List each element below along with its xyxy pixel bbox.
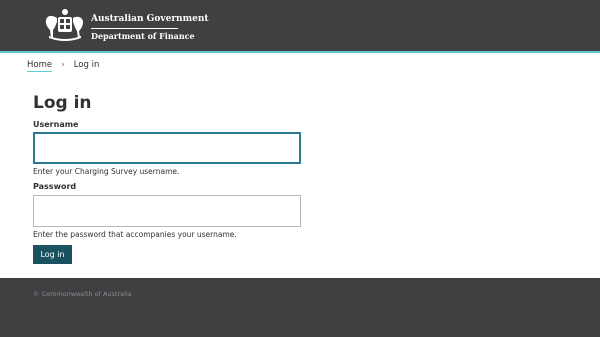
password-input[interactable] [33, 195, 301, 227]
site-header: Australian Government Department of Fina… [0, 0, 600, 51]
header-accent-rule [0, 51, 600, 53]
login-button[interactable]: Log in [33, 245, 72, 264]
breadcrumb-current: Log in [73, 60, 100, 70]
breadcrumb-separator-icon: › [61, 60, 65, 70]
username-help-text: Enter your Charging Survey username. [33, 167, 180, 176]
logo-divider [91, 28, 178, 29]
password-label: Password [33, 182, 77, 191]
department-name: Department of Finance [91, 31, 195, 41]
page-title: Log in [33, 93, 92, 113]
breadcrumb-home-link[interactable]: Home [27, 60, 53, 72]
username-input[interactable] [33, 132, 301, 164]
copyright-text: © Commonwealth of Australia [33, 290, 132, 298]
commonwealth-coat-of-arms-icon [45, 9, 83, 41]
government-name: Australian Government [91, 14, 209, 24]
breadcrumb: Home › Log in [27, 60, 100, 72]
site-footer [0, 278, 600, 337]
password-help-text: Enter the password that accompanies your… [33, 230, 237, 239]
username-label: Username [33, 120, 79, 129]
